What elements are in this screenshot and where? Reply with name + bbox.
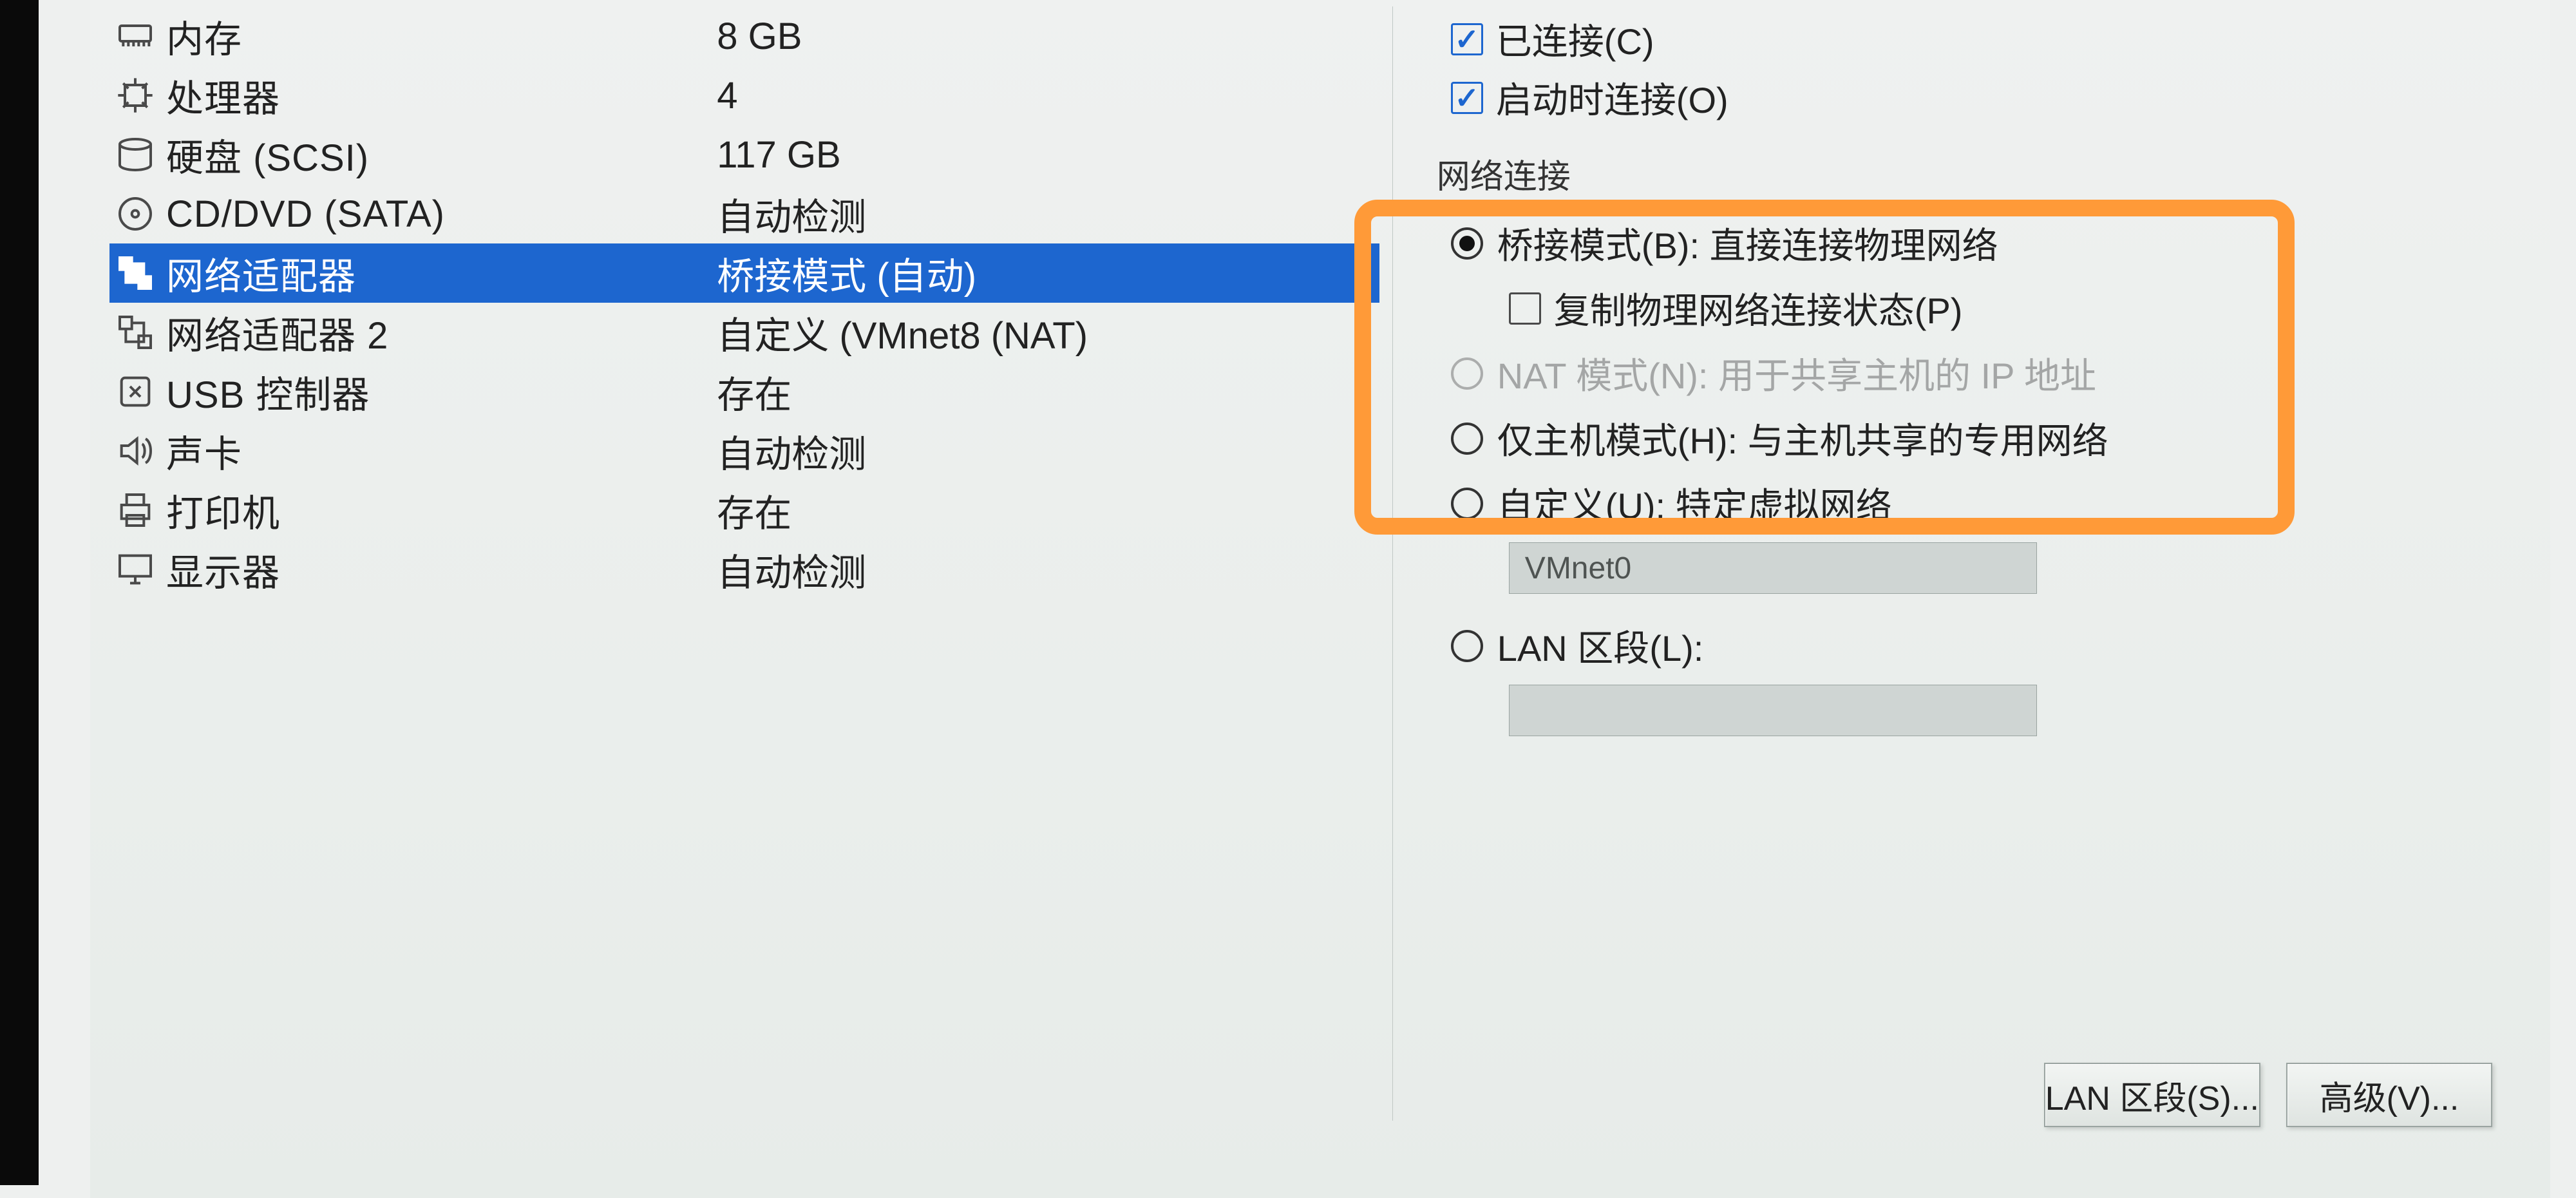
disk-icon xyxy=(115,134,156,175)
hw-row-disk[interactable]: 硬盘 (SCSI) 117 GB xyxy=(109,125,1379,184)
radio-bridged[interactable]: 桥接模式(B): 直接连接物理网络 xyxy=(1451,217,2531,269)
hw-row-processor[interactable]: 处理器 4 xyxy=(109,66,1379,125)
checkbox-label: 启动时连接(O) xyxy=(1496,71,1728,124)
hw-label: 声卡 xyxy=(166,424,717,478)
checkbox-connect-at-start[interactable]: ✓ 启动时连接(O) xyxy=(1451,71,2531,124)
radio-lan-segment[interactable]: LAN 区段(L): xyxy=(1451,620,2531,672)
hw-label: 硬盘 (SCSI) xyxy=(166,128,717,182)
cd-icon xyxy=(115,193,156,234)
checkbox-label: 复制物理网络连接状态(P) xyxy=(1554,282,1963,334)
radio-icon xyxy=(1451,423,1483,455)
hw-row-nic1[interactable]: 网络适配器 桥接模式 (自动) xyxy=(109,243,1379,303)
hw-value: 存在 xyxy=(717,483,1367,537)
checkbox-replicate[interactable]: ✓ 复制物理网络连接状态(P) xyxy=(1509,282,2531,334)
radio-nat[interactable]: NAT 模式(N): 用于共享主机的 IP 地址 xyxy=(1451,347,2531,399)
network-adapter-icon xyxy=(115,252,156,294)
hw-value: 桥接模式 (自动) xyxy=(717,246,1367,300)
group-title-network: 网络连接 xyxy=(1437,149,2531,198)
hw-label: 打印机 xyxy=(166,483,717,537)
cpu-icon xyxy=(115,75,156,116)
hw-value: 自定义 (VMnet8 (NAT) xyxy=(717,305,1367,359)
checkbox-label: 已连接(C) xyxy=(1496,13,1654,65)
hw-label: CD/DVD (SATA) xyxy=(166,193,717,236)
button-bar: LAN 区段(S)... 高级(V)... xyxy=(2044,1063,2492,1127)
hw-value: 117 GB xyxy=(717,133,1367,176)
hw-row-display[interactable]: 显示器 自动检测 xyxy=(109,540,1379,599)
hw-label: USB 控制器 xyxy=(166,365,717,419)
select-value: VMnet0 xyxy=(1525,551,1631,586)
hw-label: 网络适配器 2 xyxy=(166,305,717,359)
lan-segments-button[interactable]: LAN 区段(S)... xyxy=(2044,1063,2260,1127)
hw-row-cd[interactable]: CD/DVD (SATA) 自动检测 xyxy=(109,184,1379,243)
radio-icon xyxy=(1451,357,1483,390)
hw-value: 自动检测 xyxy=(717,187,1367,241)
radio-icon xyxy=(1451,488,1483,520)
hw-row-usb[interactable]: USB 控制器 存在 xyxy=(109,362,1379,421)
lan-segment-select[interactable] xyxy=(1509,685,2037,736)
button-label: LAN 区段(S)... xyxy=(2045,1071,2259,1119)
hw-label: 内存 xyxy=(166,9,717,63)
radio-label: LAN 区段(L): xyxy=(1497,620,1704,672)
checkmark-icon: ✓ xyxy=(1451,82,1483,114)
radio-label: 仅主机模式(H): 与主机共享的专用网络 xyxy=(1497,412,2108,464)
hw-row-sound[interactable]: 声卡 自动检测 xyxy=(109,421,1379,480)
network-adapter-icon xyxy=(115,312,156,353)
usb-icon xyxy=(115,371,156,412)
custom-network-select[interactable]: VMnet0 xyxy=(1509,542,2037,594)
settings-panel: ✓ 已连接(C) ✓ 启动时连接(O) 网络连接 桥接模式(B): 直接连接物理… xyxy=(1393,6,2531,1121)
checkbox-icon: ✓ xyxy=(1509,292,1541,325)
checkmark-icon: ✓ xyxy=(1451,23,1483,55)
radio-icon xyxy=(1451,227,1483,260)
memory-icon xyxy=(115,15,156,57)
hw-row-printer[interactable]: 打印机 存在 xyxy=(109,480,1379,540)
radio-hostonly[interactable]: 仅主机模式(H): 与主机共享的专用网络 xyxy=(1451,412,2531,464)
hw-label: 网络适配器 xyxy=(166,246,717,300)
hw-row-nic2[interactable]: 网络适配器 2 自定义 (VMnet8 (NAT) xyxy=(109,303,1379,362)
hw-label: 处理器 xyxy=(166,68,717,122)
radio-label: NAT 模式(N): 用于共享主机的 IP 地址 xyxy=(1497,347,2096,399)
hw-value: 4 xyxy=(717,74,1367,117)
display-icon xyxy=(115,549,156,590)
radio-custom[interactable]: 自定义(U): 特定虚拟网络 xyxy=(1451,477,2531,529)
hw-value: 自动检测 xyxy=(717,542,1367,596)
hw-value: 8 GB xyxy=(717,15,1367,58)
advanced-button[interactable]: 高级(V)... xyxy=(2286,1063,2492,1127)
hw-value: 存在 xyxy=(717,365,1367,419)
button-label: 高级(V)... xyxy=(2320,1071,2459,1119)
radio-label: 桥接模式(B): 直接连接物理网络 xyxy=(1497,217,1998,269)
hardware-list-panel: 内存 8 GB 处理器 4 硬盘 (SCSI) 117 GB xyxy=(109,6,1393,1121)
radio-icon xyxy=(1451,630,1483,662)
sound-icon xyxy=(115,430,156,471)
printer-icon xyxy=(115,490,156,531)
radio-label: 自定义(U): 特定虚拟网络 xyxy=(1497,477,1892,529)
hw-value: 自动检测 xyxy=(717,424,1367,478)
hw-label: 显示器 xyxy=(166,542,717,596)
checkbox-connected[interactable]: ✓ 已连接(C) xyxy=(1451,13,2531,65)
hw-row-memory[interactable]: 内存 8 GB xyxy=(109,6,1379,66)
